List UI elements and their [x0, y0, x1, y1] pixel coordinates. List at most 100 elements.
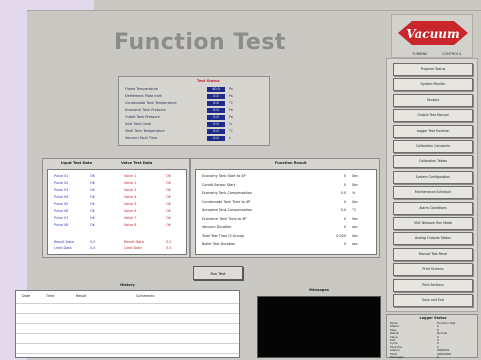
nav-button[interactable]: Calibration Constants	[393, 140, 473, 153]
result-unit: Sec	[352, 174, 359, 178]
result-label: Total Test Time (S Group)	[202, 233, 245, 238]
status-value: 0.0	[207, 122, 225, 127]
status-label: Vacuum Fault Time	[125, 136, 158, 140]
result-value: 0.0	[340, 208, 346, 212]
result-label: Economic Tank Time to 4P	[202, 216, 247, 221]
nav-button[interactable]: Manual Test Panel	[393, 247, 473, 261]
result-label: Boiler Test Duration	[202, 242, 236, 246]
input-test-name: Pulse 03	[54, 188, 69, 192]
valve-test-name: Valve 1	[124, 174, 137, 178]
status-unit: s	[229, 136, 231, 140]
valve-test-name: Valve 8	[124, 223, 137, 227]
nav-button[interactable]: Print Screens	[393, 263, 473, 277]
nav-button[interactable]: Logger Test Function	[393, 124, 473, 138]
valve-test-value: OK	[166, 195, 171, 199]
run-test-button[interactable]: Run Test	[193, 266, 243, 280]
nav-button[interactable]: Maintenance Schedule	[393, 186, 473, 200]
logger-label: Messages	[390, 355, 404, 359]
status-value: 0.0	[207, 129, 225, 134]
status-value: 0.0	[207, 94, 225, 99]
result-unit: sec	[352, 225, 358, 229]
status-value: 0.0	[207, 115, 225, 120]
logger-value: 0	[437, 355, 439, 359]
nav-button[interactable]: Output Test Manual	[393, 109, 473, 123]
logger-header: Logger Status	[419, 316, 447, 320]
status-label: Shell Tank Temperature	[125, 129, 165, 133]
result-unit: Sec	[352, 233, 359, 238]
nav-button[interactable]: Calibration Tables	[393, 155, 473, 169]
status-value: 0.0	[207, 108, 225, 113]
result-value: 0	[343, 199, 346, 204]
status-unit: %	[229, 122, 233, 126]
status-value: 0.0	[207, 101, 225, 106]
result-label: Economy Tank Start to 4P	[202, 174, 246, 178]
logo-caption-right: CONTROLS	[442, 52, 462, 56]
nav-button[interactable]: System Configuration	[393, 170, 473, 184]
result-value: 0	[343, 216, 346, 221]
logger-value: Function Test	[437, 321, 456, 325]
nav-button[interactable]: VNC Network Run Mode	[393, 217, 473, 230]
status-value: 0.0	[207, 136, 225, 141]
history-column-header[interactable]: Comments	[136, 294, 154, 298]
history-column-header[interactable]: Result	[76, 294, 86, 298]
result-value: 0.0	[340, 191, 346, 195]
valve-test-value: OK	[166, 174, 171, 178]
input-test-name: Pulse 06	[54, 209, 69, 213]
result-value: 0	[343, 174, 346, 178]
result-unit: °C	[352, 208, 357, 212]
nav-button[interactable]: Save and Exit	[393, 294, 473, 307]
history-grid[interactable]: Date Time Result Comments	[15, 290, 240, 358]
valve-test-name: Valve 5	[124, 202, 137, 206]
status-unit: Pa	[229, 94, 233, 98]
input-test-value: OK	[90, 195, 95, 199]
result-unit: Sec	[352, 216, 359, 221]
valve-footer-name: Limit Data	[124, 246, 142, 250]
input-footer-name: Result Data	[54, 240, 74, 244]
input-footer-name: Limit Data	[54, 246, 72, 250]
result-label: Vacuum Duration	[202, 225, 232, 229]
input-test-value: OK	[90, 202, 95, 206]
nav-panel: Program Status System Monitor Sensors Outpu…	[386, 58, 478, 312]
result-value: 0	[343, 242, 346, 246]
valve-footer-value: 0.0	[166, 246, 172, 250]
messages-display	[257, 296, 381, 358]
valve-test-value: OK	[166, 216, 171, 220]
results-header: Function Result	[275, 161, 307, 165]
history-column-header[interactable]: Date	[22, 294, 30, 298]
logger-panel: Logger Status Mode Function Test Status 0 St…	[386, 314, 478, 359]
input-test-name: Pulse 04	[54, 195, 69, 199]
nav-button[interactable]: Alarm Conditions	[393, 201, 473, 215]
status-label: Defilement Plate Inlet	[125, 94, 162, 98]
nav-button[interactable]: Program Status	[393, 63, 473, 76]
logo-caption-left: TURBINE	[411, 52, 427, 56]
status-value: 40.0	[207, 87, 225, 92]
result-unit: %	[352, 191, 356, 195]
logger-value: 00000000	[437, 351, 452, 356]
history-column-header[interactable]: Time	[46, 294, 54, 298]
valve-test-value: OK	[166, 181, 171, 185]
status-unit: °C	[229, 129, 233, 133]
input-tests-header: Input Test Data	[61, 161, 93, 165]
input-test-value: OK	[90, 216, 95, 220]
results-list: Economy Tank Start to 4P 0 Sec Condit Senso…	[195, 169, 377, 255]
result-label: Economy Tank Compensation	[202, 191, 252, 195]
status-unit: Pa	[229, 87, 233, 91]
result-value: 0	[343, 225, 346, 229]
nav-button[interactable]: System Monitor	[393, 78, 473, 92]
nav-button[interactable]: Sensors	[393, 93, 473, 107]
nav-button[interactable]: Print Sections	[393, 278, 473, 292]
result-label: Condit Sensor Start	[202, 182, 236, 187]
input-test-name: Pulse 08	[54, 223, 69, 227]
status-label: Condensate Tank Temperature	[125, 101, 177, 105]
messages-header: Messages	[309, 288, 329, 292]
status-unit: Pa	[229, 108, 233, 112]
status-label: Outlet Tank Pressure	[125, 115, 160, 119]
valve-test-value: OK	[166, 209, 171, 213]
status-panel-header: Test Status	[197, 79, 220, 83]
valve-footer-name: Result Data	[124, 240, 144, 244]
brand-logo: Vacuum TURBINE CONTROLS	[391, 14, 473, 58]
valve-test-name: Valve 2	[124, 181, 137, 185]
result-unit: sec	[352, 242, 358, 246]
nav-button[interactable]: Analog Outputs Status	[393, 232, 473, 246]
input-tests-panel: Input Test Data Valve Test Data Pulse 01…	[42, 158, 190, 258]
